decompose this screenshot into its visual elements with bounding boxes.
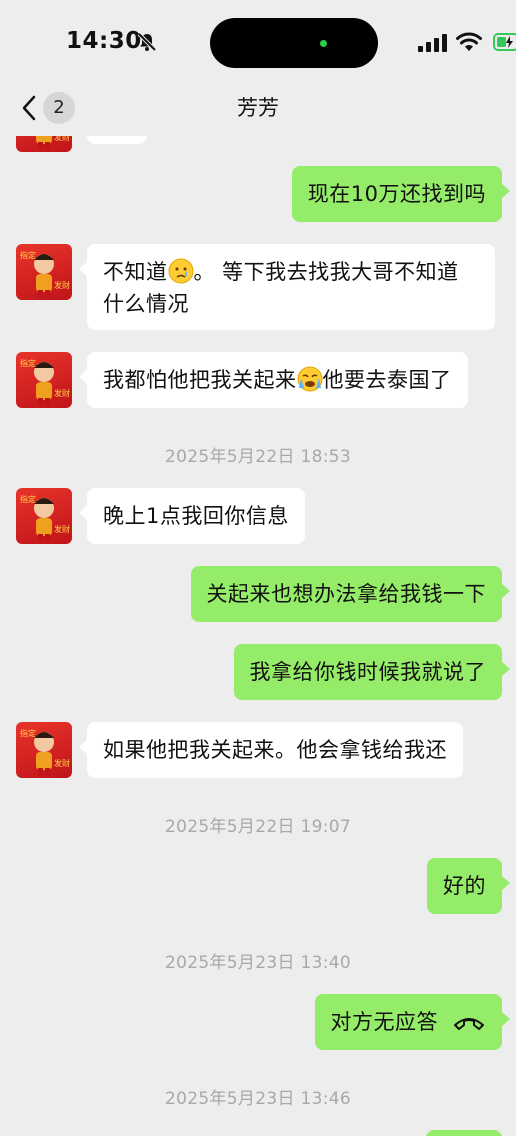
contact-avatar[interactable]: 指定 发财 — [16, 488, 72, 544]
wifi-icon — [456, 32, 482, 51]
svg-text:发财: 发财 — [54, 758, 70, 768]
loudly-crying-face-emoji — [297, 366, 322, 392]
incoming-message-bubble[interactable]: 晚上1点我回你信息 — [79, 488, 305, 544]
chat-header: 2 芳芳 — [0, 80, 516, 136]
outgoing-message-bubble-partial[interactable] — [426, 1130, 502, 1136]
status-bar: 14:30 — [0, 0, 516, 80]
svg-text:发财: 发财 — [54, 524, 70, 534]
timestamp: 2025年5月23日 13:46 — [165, 1089, 351, 1109]
message-text: 我都怕他把我关起来 — [103, 368, 297, 392]
contact-avatar[interactable]: 指定 发财 — [16, 722, 72, 778]
camera-indicator-dot — [320, 40, 327, 47]
contact-avatar[interactable]: 指定 发财 — [16, 352, 72, 408]
chat-title: 芳芳 — [237, 96, 279, 120]
timestamp: 2025年5月23日 13:40 — [165, 953, 351, 973]
message-list[interactable]: 指定 发财 现在10万还找到吗 指定 发财 不知道 — [0, 136, 516, 1136]
battery-charging-icon — [493, 33, 516, 51]
contact-avatar[interactable]: 指定 发财 — [16, 136, 72, 152]
message-text: 不知道 — [103, 260, 168, 284]
bell-slash-icon — [137, 32, 157, 52]
hang-up-phone-icon — [454, 1018, 484, 1030]
svg-text:指定: 指定 — [20, 358, 36, 368]
outgoing-message-bubble[interactable]: 好的 — [427, 858, 510, 914]
outgoing-message-bubble[interactable]: 关起来也想办法拿给我钱一下 — [190, 566, 510, 622]
incoming-message-bubble[interactable]: 不知道 。 等下我去找我大哥不知道什么情况 — [79, 244, 495, 330]
timestamp: 2025年5月22日 19:07 — [165, 817, 351, 837]
avatar-cartoon-figure: 指定 发财 — [36, 136, 70, 150]
svg-text:发财: 发财 — [54, 136, 70, 142]
avatar-cartoon-figure: 指定 发财 — [20, 728, 70, 776]
avatar-cartoon-figure: 指定 发财 — [20, 494, 70, 542]
cellular-signal-icon — [418, 34, 447, 52]
outgoing-message-bubble[interactable]: 现在10万还找到吗 — [291, 166, 511, 222]
incoming-message-bubble-partial[interactable] — [87, 136, 147, 144]
outgoing-message-bubble[interactable]: 我拿给你钱时候我就说了 — [233, 644, 510, 700]
svg-text:发财: 发财 — [54, 388, 70, 398]
dynamic-island — [210, 18, 378, 68]
svg-text:指定: 指定 — [20, 494, 36, 504]
avatar-cartoon-figure: 指定 发财 — [20, 250, 70, 298]
incoming-message-bubble[interactable]: 我都怕他把我关起来 他要去泰国了 — [79, 352, 468, 408]
svg-text:指定: 指定 — [20, 728, 36, 738]
svg-text:发财: 发财 — [54, 280, 70, 290]
call-status-text: 对方无应答 — [330, 1010, 438, 1034]
incoming-message-bubble[interactable]: 如果他把我关起来。他会拿钱给我还 — [79, 722, 463, 778]
timestamp: 2025年5月22日 18:53 — [165, 447, 351, 467]
call-record-bubble[interactable]: 对方无应答 — [314, 994, 510, 1050]
svg-text:指定: 指定 — [20, 250, 36, 260]
crying-face-emoji — [168, 258, 193, 284]
status-time: 14:30 — [66, 28, 142, 54]
contact-avatar[interactable]: 指定 发财 — [16, 244, 72, 300]
avatar-cartoon-figure: 指定 发财 — [20, 358, 70, 406]
message-text: 他要去泰国了 — [322, 368, 452, 392]
